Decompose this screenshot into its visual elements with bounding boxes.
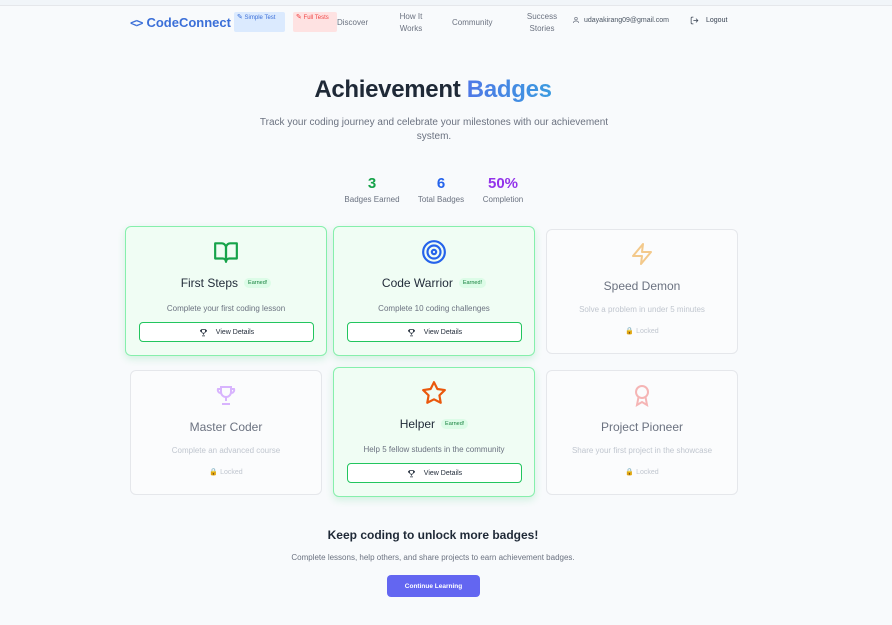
continue-learning-button[interactable]: Continue Learning [387,575,480,597]
badge-card-project-pioneer[interactable]: Project Pioneer Share your first project… [546,370,738,495]
badge-name-row: First Steps Earned! [126,276,326,290]
trophy-icon [407,469,415,477]
badge-name: Master Coder [189,420,263,434]
badge-description: Help 5 fellow students in the community [363,445,505,454]
badge-name: First Steps [180,276,239,290]
stat-value: 50% [487,175,519,192]
view-details-label: View Details [423,469,463,477]
locked-label: 🔒 Locked [547,327,737,336]
badge-name-row: Master Coder [131,420,321,434]
logo-text: CodeConnect [146,15,231,30]
logout-button[interactable]: Logout [690,16,727,25]
badge-description: Share your first project in the showcase [571,446,713,455]
badge-description: Complete your first coding lesson [166,304,286,313]
user-icon [573,17,579,24]
nav-discover[interactable]: Discover [337,17,368,29]
page-title-main: Achievement [314,76,461,103]
view-details-button[interactable]: View Details [347,322,522,342]
stat-label: Total Badges [417,195,465,204]
stat-label: Completion [482,195,524,204]
trophy-icon [407,328,415,336]
earned-badge: Earned! [458,278,487,288]
badge-name-row: Code Warrior Earned! [334,276,534,290]
nav-how-it-works[interactable]: How It Works [396,11,426,35]
logo[interactable]: <> CodeConnect [130,15,231,30]
simple-test-button[interactable]: ✎ Simple Test [234,12,285,32]
lightning-icon [547,242,737,268]
lock-icon: 🔒 [625,469,635,476]
nav-community[interactable]: Community [452,17,492,29]
locked-label: 🔒 Locked [131,468,321,477]
stat-value: 3 [367,175,377,192]
logout-icon [690,16,699,25]
user-account[interactable]: udayakirang09@gmail.com [572,16,669,24]
stat-label: Badges Earned [344,195,400,204]
badge-name: Code Warrior [381,276,453,290]
view-details-button[interactable]: View Details [139,322,314,342]
lock-icon: 🔒 [209,469,219,476]
badge-name-row: Project Pioneer [547,420,737,434]
badge-card-first-steps[interactable]: First Steps Earned! Complete your first … [125,226,327,356]
badge-description: Complete an advanced course [171,446,281,455]
stat-badges-earned: 3 Badges Earned [342,175,402,204]
simple-test-label: Simple Test [244,15,276,21]
earned-badge: Earned! [441,419,469,429]
code-brackets-icon: <> [130,15,143,30]
full-tests-label: Full Tests [303,15,329,21]
pencil-icon: ✎ [237,14,243,21]
full-tests-button[interactable]: ✎ Full Tests [293,12,337,32]
badge-name: Project Pioneer [600,420,684,434]
site-header: <> CodeConnect ✎ Simple Test ✎ Full Test… [0,6,892,40]
badge-card-speed-demon[interactable]: Speed Demon Solve a problem in under 5 m… [546,229,738,354]
badge-name: Helper [399,417,436,431]
user-email: udayakirang09@gmail.com [584,16,669,24]
book-icon [126,239,326,265]
stat-completion: 50% Completion [478,175,528,204]
badge-name-row: Helper Earned! [334,417,534,431]
cta-subtitle: Complete lessons, help others, and share… [291,553,575,562]
badge-card-code-warrior[interactable]: Code Warrior Earned! Complete 10 coding … [333,226,535,356]
badge-card-helper[interactable]: Helper Earned! Help 5 fellow students in… [333,367,535,497]
page-title: Achievement Badges [0,76,866,104]
locked-text: Locked [636,327,659,335]
badge-card-master-coder[interactable]: Master Coder Complete an advanced course… [130,370,322,495]
badge-name: Speed Demon [603,279,681,293]
target-icon [334,239,534,265]
page-subtitle: Track your coding journey and celebrate … [259,117,609,142]
star-icon [334,380,534,406]
page-title-accent: Badges [466,76,552,103]
stat-total-badges: 6 Total Badges [412,175,470,204]
trophy-icon [131,383,321,409]
stat-value: 6 [436,175,446,192]
award-icon [547,383,737,409]
view-details-button[interactable]: View Details [347,463,522,483]
view-details-label: View Details [215,328,255,336]
badge-name-row: Speed Demon [547,279,737,293]
trophy-icon [199,328,207,336]
cta-title: Keep coding to unlock more badges! [327,528,539,542]
locked-label: 🔒 Locked [547,468,737,477]
nav-success-stories[interactable]: Success Stories [523,11,561,35]
pencil-icon: ✎ [296,14,302,21]
logout-label: Logout [706,17,728,24]
lock-icon: 🔒 [625,328,635,335]
badge-description: Solve a problem in under 5 minutes [579,305,705,314]
earned-badge: Earned! [244,278,272,288]
badge-description: Complete 10 coding challenges [378,304,490,313]
locked-text: Locked [636,468,659,476]
view-details-label: View Details [423,328,463,336]
locked-text: Locked [220,468,243,476]
